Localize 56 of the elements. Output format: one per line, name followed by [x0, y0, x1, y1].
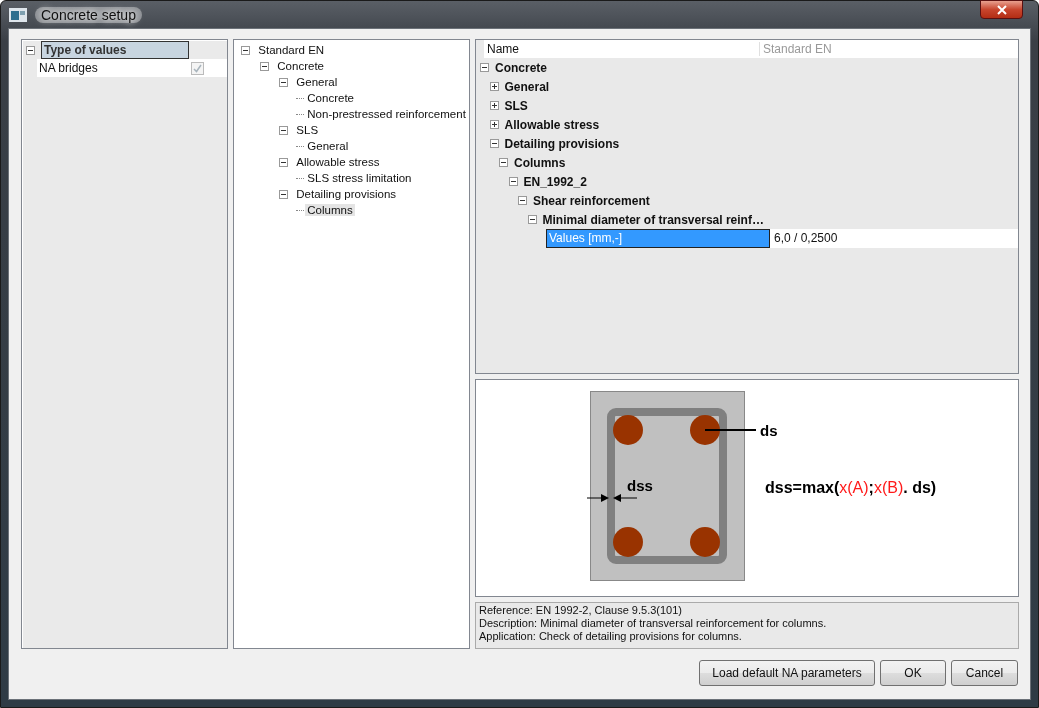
tree-item[interactable]: Concrete	[305, 92, 356, 104]
leader-line	[704, 429, 757, 431]
property-category: Columns	[514, 155, 566, 170]
property-value[interactable]: 6,0 / 0,2500	[770, 229, 838, 248]
property-category: Allowable stress	[504, 117, 600, 132]
tree-item[interactable]: Non-prestressed reinforcement	[305, 108, 468, 120]
tree-item[interactable]: Allowable stress	[294, 156, 382, 168]
tree-item[interactable]: Standard EN	[256, 44, 327, 56]
property-category: EN_1992_2	[523, 174, 587, 189]
property-category: Detailing provisions	[504, 136, 620, 151]
collapse-icon[interactable]	[279, 157, 289, 167]
collapse-icon[interactable]	[518, 196, 527, 205]
tree-item[interactable]: SLS stress limitation	[305, 172, 414, 184]
load-defaults-button[interactable]: Load default NA parameters	[699, 660, 875, 686]
tree-item[interactable]: General	[305, 140, 351, 152]
setting-label: NA bridges	[38, 61, 99, 75]
checkbox[interactable]	[191, 61, 204, 75]
tree-item[interactable]: SLS	[294, 124, 321, 136]
cancel-button[interactable]: Cancel	[951, 660, 1018, 686]
app-icon	[9, 7, 27, 22]
collapse-icon[interactable]	[527, 215, 537, 224]
property-category: Concrete	[495, 60, 547, 75]
collapse-icon[interactable]	[279, 77, 289, 87]
close-button[interactable]	[980, 0, 1023, 19]
tree-item[interactable]: Detailing provisions	[294, 188, 399, 200]
property-category: SLS	[504, 98, 528, 113]
tree-item[interactable]: Columns	[305, 204, 355, 216]
formula-text: dss=max(x(A);x(B). ds)	[765, 479, 937, 496]
property-category: Minimal diameter of transversal reinf…	[542, 212, 764, 227]
tree-item[interactable]: General	[294, 76, 340, 88]
column-header: Standard EN	[759, 42, 1018, 56]
column-header: Name	[486, 42, 520, 56]
collapse-icon[interactable]	[480, 63, 489, 72]
close-icon	[996, 4, 1007, 15]
collapse-icon[interactable]	[241, 45, 251, 55]
dimension-label: ds	[760, 422, 778, 439]
group-header: Type of values	[41, 41, 189, 59]
description-line: Reference: EN 1992-2, Clause 9.5.3(101)	[479, 604, 683, 617]
expand-icon[interactable]	[489, 120, 499, 129]
collapse-icon[interactable]	[279, 125, 289, 135]
property-category: General	[504, 79, 550, 94]
dimension-label: dss	[627, 477, 653, 494]
collapse-icon[interactable]	[508, 177, 518, 186]
collapse-icon[interactable]	[279, 189, 289, 199]
collapse-icon[interactable]	[489, 139, 499, 148]
collapse-icon[interactable]	[26, 45, 35, 55]
property-category: Shear reinforcement	[533, 193, 650, 208]
collapse-icon[interactable]	[499, 158, 508, 167]
dimension-arrow	[586, 494, 638, 502]
tree-item[interactable]: Concrete	[275, 60, 326, 72]
description-line: Application: Check of detailing provisions for columns.	[479, 630, 743, 643]
expand-icon[interactable]	[489, 101, 499, 110]
collapse-icon[interactable]	[260, 61, 270, 71]
expand-icon[interactable]	[489, 82, 499, 91]
description-line: Description: Minimal diameter of transversal reinforcement for columns.	[479, 617, 828, 630]
ok-button[interactable]: OK	[880, 660, 946, 686]
